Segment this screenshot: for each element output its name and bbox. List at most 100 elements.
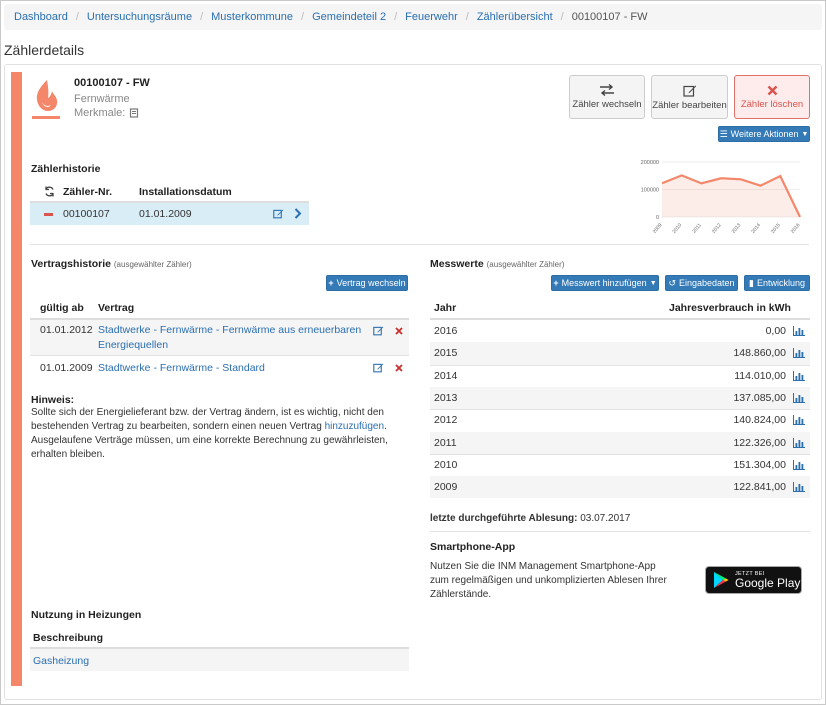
measure-year: 2014 [434,369,458,382]
breadcrumb-untersuchungsraeume[interactable]: Untersuchungsräume [87,11,192,23]
history-col-date: Installationsdatum [139,186,232,198]
more-actions-label: Weitere Aktionen [730,129,799,139]
edit-meter-label: Zähler bearbeiten [652,99,727,111]
delete-icon[interactable] [395,364,403,372]
measure-col-cons: Jahresverbrauch in kWh [669,302,791,314]
accent-bar [11,72,22,686]
bar-chart-icon[interactable] [793,415,805,426]
breadcrumb-feuerwehr[interactable]: Feuerwehr [405,11,458,23]
edit-icon[interactable] [373,362,384,373]
app-text-3: Zählerstände. [430,589,492,600]
caret-down-icon: ▼ [649,279,657,287]
x-tick-label: 2011 [691,222,703,234]
breadcrumb-dashboard[interactable]: Dashboard [14,11,68,23]
meter-features: Merkmale: [74,107,139,119]
contracts-col-valid: gültig ab [40,302,84,314]
delete-icon[interactable] [395,327,403,335]
meter-name: 00100107 - FW [74,77,150,89]
breadcrumb-gemeindeteil[interactable]: Gemeindeteil 2 [312,11,386,23]
bar-chart-icon[interactable] [793,392,805,403]
contracts-title-text: Vertragshistorie [31,258,111,270]
minus-icon[interactable] [44,213,53,216]
measurements-subtitle: (ausgewählter Zähler) [486,260,565,269]
bar-chart-icon: ▮ [749,277,754,288]
app-title: Smartphone-App [430,541,516,553]
last-reading: letzte durchgeführte Ablesung: 03.07.201… [430,513,630,524]
measure-value: 0,00 [765,325,786,337]
contracts-col-contract: Vertrag [98,302,135,314]
swap-contract-label: Vertrag wechseln [336,278,406,288]
contract-link[interactable]: Stadtwerke - Fernwärme - Standard [98,362,265,374]
refresh-icon[interactable] [44,186,55,197]
measure-value: 151.304,00 [733,458,786,471]
y-tick-label: 0 [656,215,659,221]
breadcrumb-musterkommune[interactable]: Musterkommune [211,11,293,23]
contract-valid: 01.01.2009 [40,362,93,374]
chart-area [662,175,800,217]
bar-chart-icon[interactable] [793,459,805,470]
hint-add-link[interactable]: hinzuzufügen [325,421,385,432]
app-text-2: zum regelmäßigen und unkomplizierten Abl… [430,575,667,586]
google-play-icon [714,572,729,588]
swap-icon [600,84,614,96]
chevron-right-icon[interactable] [294,208,302,219]
y-tick-label: 200000 [641,160,659,166]
measurements-title: Messwerte (ausgewählter Zähler) [430,258,564,270]
contract-link-cont[interactable]: Energiequellen [98,339,168,351]
measure-value: 140.824,00 [733,414,786,427]
x-tick-label: 2012 [711,222,723,235]
measure-value: 148.860,00 [733,347,786,360]
google-play-badge[interactable]: JETZT BEI Google Play [705,566,802,594]
measure-year: 2011 [434,436,457,449]
measure-year: 2015 [434,347,458,360]
breadcrumb: Dashboard / Untersuchungsräume / Musterkom… [4,4,822,30]
caret-down-icon: ▼ [801,130,809,138]
heating-title: Nutzung in Heizungen [31,609,142,621]
measure-year: 2012 [434,414,458,427]
measure-value: 137.085,00 [733,391,786,404]
history-title: Zählerhistorie [31,163,101,175]
development-button[interactable]: ▮ Entwicklung [744,275,810,291]
book-icon[interactable] [129,108,139,118]
swap-meter-button[interactable]: Zähler wechseln [569,75,645,119]
breadcrumb-zaehleruebersicht[interactable]: Zählerübersicht [477,11,553,23]
hint-line-4: erhalten bleiben. [31,449,105,460]
edit-meter-button[interactable]: Zähler bearbeiten [651,75,728,119]
delete-meter-button[interactable]: Zähler löschen [734,75,810,119]
contract-link[interactable]: Stadtwerke - Fernwärme - Fernwärme aus e… [98,324,361,336]
heating-col-desc: Beschreibung [33,632,104,644]
x-tick-label: 2014 [750,222,762,235]
edit-icon[interactable] [373,325,384,336]
plus-icon: + [553,278,559,288]
add-measurement-button[interactable]: + Messwert hinzufügen ▼ [551,275,659,291]
measure-value: 122.326,00 [733,436,786,449]
bar-chart-icon[interactable] [793,370,805,381]
hint-line-2: bestehenden Vertrag zu bearbeiten, sonde… [31,421,387,432]
bar-chart-icon[interactable] [793,437,805,448]
history-col-nr: Zähler-Nr. [63,186,113,198]
input-data-label: Eingabedaten [679,278,735,288]
history-row-nr: 00100107 [63,208,110,220]
delete-meter-label: Zähler löschen [740,98,804,110]
heating-link[interactable]: Gasheizung [33,655,89,667]
x-tick-label: 2016 [790,222,802,235]
bar-chart-icon[interactable] [793,348,805,359]
plus-icon: + [328,278,334,288]
consumption-mini-chart: 200000 100000 02009 2010 2011 2012 2013 2014 201… [641,160,802,235]
features-label: Merkmale: [74,107,126,119]
bar-chart-icon[interactable] [793,326,805,336]
x-tick-label: 2015 [770,222,782,235]
measure-year: 2013 [434,391,458,404]
input-data-button[interactable]: ↺ Eingabedaten [665,275,738,291]
swap-contract-button[interactable]: + Vertrag wechseln [326,275,408,291]
close-icon [767,85,777,95]
undo-icon: ↺ [668,277,676,288]
edit-icon [682,85,696,97]
measurements-title-text: Messwerte [430,258,484,270]
edit-icon[interactable] [273,208,284,219]
bar-chart-icon[interactable] [793,482,805,493]
meter-type: Fernwärme [74,93,130,105]
more-actions-button[interactable]: ☰ Weitere Aktionen ▼ [718,126,810,142]
list-icon: ☰ [719,128,728,139]
measure-year: 2016 [434,325,458,337]
